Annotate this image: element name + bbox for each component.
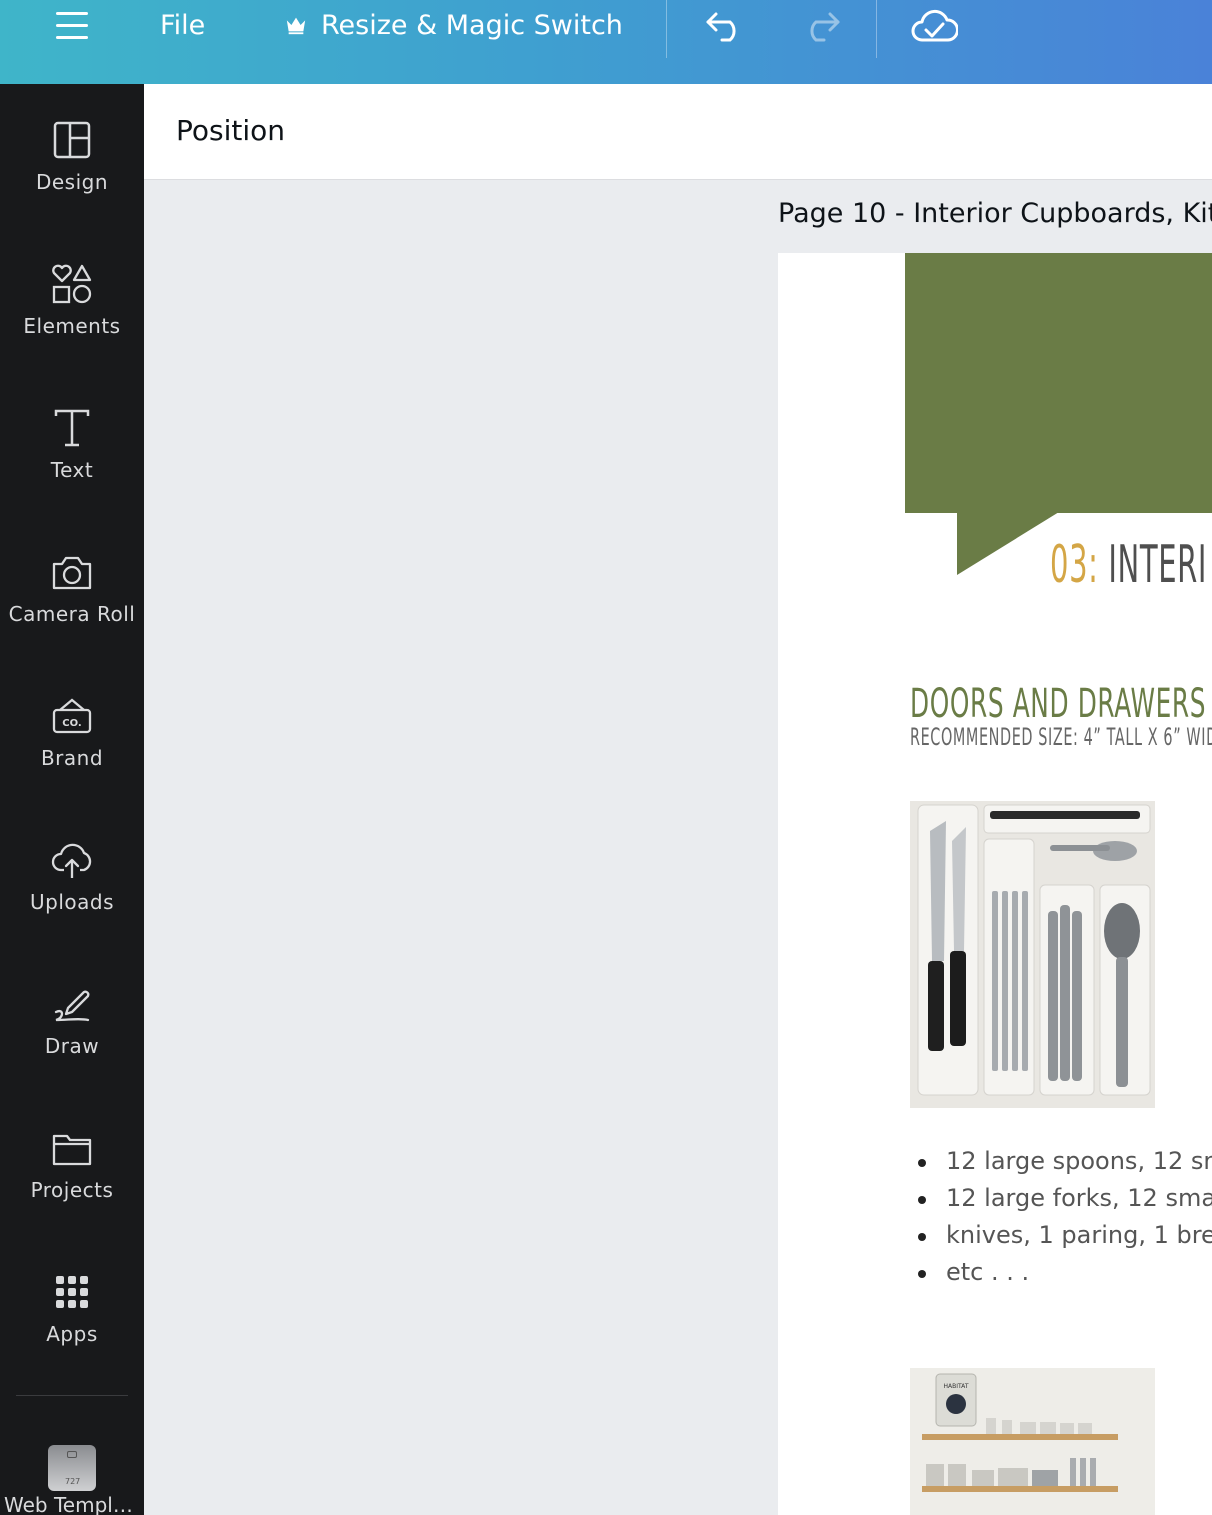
position-panel-header: Position	[144, 84, 1212, 180]
sidebar-item-label: Brand	[40, 746, 104, 770]
hamburger-icon[interactable]	[56, 12, 88, 42]
file-menu-button[interactable]: File	[160, 8, 205, 44]
toolbar-divider	[876, 0, 877, 58]
left-sidebar: Design Elements Text Camera Roll CO. Bra…	[0, 84, 144, 1515]
shelves-illustration: HABITAT	[910, 1368, 1155, 1515]
apps-grid-icon	[56, 1276, 88, 1308]
sidebar-divider	[16, 1395, 128, 1396]
banner-tail-shape	[957, 512, 1059, 575]
sidebar-item-apps[interactable]: Apps	[0, 1270, 144, 1380]
sidebar-item-projects[interactable]: Projects	[0, 1126, 144, 1236]
chapter-heading[interactable]: 03: INTERI	[1050, 535, 1207, 595]
sidebar-item-label: Text	[50, 458, 94, 482]
cutlery-drawer-photo[interactable]	[910, 801, 1155, 1108]
kitchen-shelves-photo[interactable]: HABITAT	[910, 1368, 1155, 1515]
toolbar-divider	[666, 0, 667, 58]
cloud-check-icon[interactable]	[910, 6, 958, 46]
sidebar-item-draw[interactable]: Draw	[0, 982, 144, 1092]
sidebar-item-label: Apps	[46, 1322, 98, 1346]
svg-text:CO.: CO.	[62, 718, 81, 729]
redo-icon[interactable]	[798, 6, 842, 46]
sidebar-item-label: Design	[35, 170, 109, 194]
thumbnail-number: 727	[65, 1477, 81, 1486]
sidebar-item-elements[interactable]: Elements	[0, 262, 144, 372]
panel-title: Position	[176, 114, 286, 147]
sidebar-item-label: Projects	[30, 1178, 114, 1202]
list-item: 12 large spoons, 12 smo	[918, 1143, 1212, 1180]
cloud-upload-icon	[51, 843, 92, 878]
top-toolbar: File Resize & Magic Switch	[0, 0, 1212, 84]
undo-icon[interactable]	[704, 6, 748, 46]
web-templates-thumbnail[interactable]: 727	[48, 1445, 96, 1491]
resize-magic-switch-button[interactable]: Resize & Magic Switch	[321, 8, 623, 44]
sidebar-item-label: Draw	[44, 1034, 100, 1058]
brand-co-icon: CO.	[52, 698, 92, 734]
sidebar-item-label: Camera Roll	[8, 602, 136, 626]
sidebar-item-camera-roll[interactable]: Camera Roll	[0, 550, 144, 660]
section-subtitle[interactable]: RECOMMENDED SIZE: 4” TALL X 6” WIDE	[910, 723, 1212, 751]
design-page[interactable]: 03: INTERI DOORS AND DRAWERS RECOMMENDED…	[778, 253, 1212, 1515]
camera-icon	[67, 1451, 77, 1458]
design-layout-icon	[53, 121, 91, 159]
shelf-sign-text: HABITAT	[943, 1383, 968, 1390]
crown-icon	[286, 17, 306, 35]
camera-icon	[52, 556, 92, 590]
green-banner-shape[interactable]	[905, 253, 1212, 513]
sidebar-item-brand[interactable]: CO. Brand	[0, 694, 144, 804]
draw-pen-icon	[54, 990, 90, 1022]
chapter-name: INTERI	[1108, 535, 1208, 595]
list-item: etc . . .	[918, 1254, 1212, 1291]
sidebar-item-text[interactable]: Text	[0, 406, 144, 516]
item-list[interactable]: 12 large spoons, 12 smo 12 large forks, …	[918, 1143, 1212, 1291]
sidebar-item-label: Elements	[23, 314, 121, 338]
list-item: knives, 1 paring, 1 bread	[918, 1217, 1212, 1254]
folder-icon	[52, 1134, 92, 1166]
sidebar-item-uploads[interactable]: Uploads	[0, 838, 144, 948]
elements-shapes-icon	[52, 264, 92, 304]
chapter-number: 03:	[1050, 535, 1099, 595]
text-t-icon	[54, 409, 90, 447]
section-title[interactable]: DOORS AND DRAWERS	[910, 681, 1206, 727]
list-item: 12 large forks, 12 small f	[918, 1180, 1212, 1217]
sidebar-item-web-templates[interactable]: Web Templa...	[4, 1493, 144, 1515]
page-title[interactable]: Page 10 - Interior Cupboards, Kit	[778, 198, 1212, 229]
cutlery-illustration	[910, 801, 1155, 1108]
sidebar-item-label: Uploads	[30, 890, 114, 914]
sidebar-item-design[interactable]: Design	[0, 118, 144, 228]
